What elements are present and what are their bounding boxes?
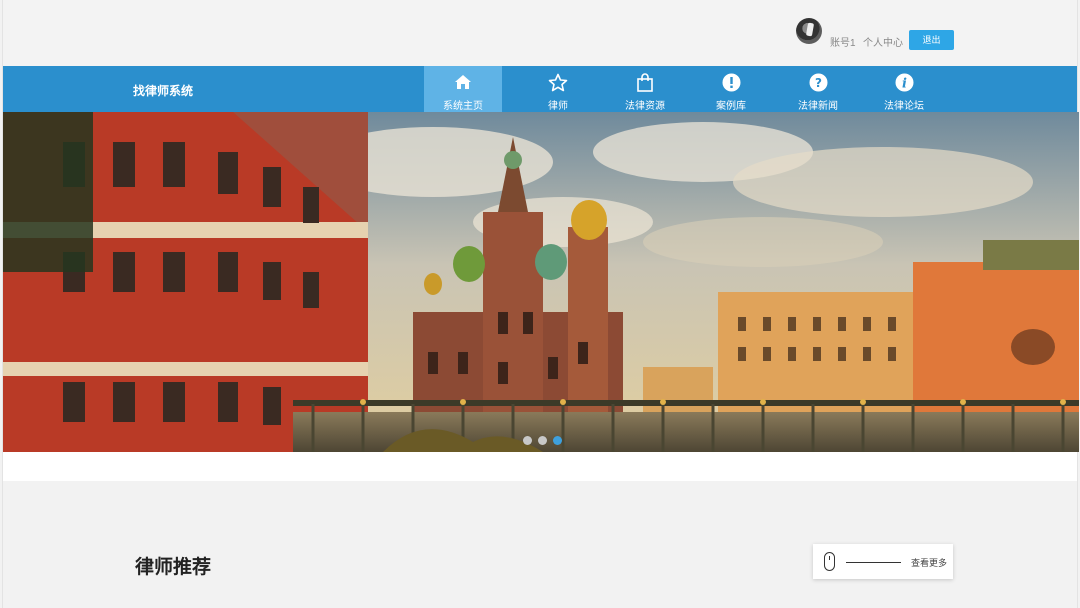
nav-label: 法律资源: [625, 101, 665, 112]
section-title: 律师推荐: [135, 557, 212, 578]
nav-label: 法律论坛: [884, 101, 924, 112]
carousel-indicators: [523, 436, 562, 445]
nav-label: 系统主页: [443, 101, 483, 112]
nav-item-legal-news[interactable]: ? 法律新闻: [779, 66, 857, 112]
nav-item-case-library[interactable]: 案例库: [692, 66, 770, 112]
home-icon: [424, 72, 502, 92]
nav-label: 法律新闻: [798, 101, 838, 112]
personal-center-link[interactable]: 个人中心: [863, 34, 903, 49]
nav-label: 律师: [548, 101, 568, 112]
exclamation-circle-icon: [692, 72, 770, 92]
view-more-label: 查看更多: [911, 558, 948, 568]
divider-line: [846, 562, 901, 563]
account-name[interactable]: 账号1: [830, 34, 856, 49]
site-brand[interactable]: 找律师系统: [133, 82, 193, 99]
carousel-dot-active[interactable]: [553, 436, 562, 445]
logout-button[interactable]: 退出: [909, 30, 954, 50]
nav-item-home[interactable]: 系统主页: [424, 66, 502, 112]
banner-footer-strip: [3, 452, 1077, 481]
banner-image: [3, 112, 1079, 452]
nav-item-legal-forum[interactable]: i 法律论坛: [865, 66, 943, 112]
nav-item-lawyer[interactable]: 律师: [519, 66, 597, 112]
carousel-dot[interactable]: [538, 436, 547, 445]
shopping-bag-icon: [606, 72, 684, 92]
view-more-button[interactable]: 查看更多: [813, 544, 953, 579]
nav-item-legal-resources[interactable]: 法律资源: [606, 66, 684, 112]
banner-carousel[interactable]: [3, 112, 1079, 452]
question-circle-icon: ?: [779, 72, 857, 92]
carousel-dot[interactable]: [523, 436, 532, 445]
nav-label: 案例库: [716, 101, 746, 112]
info-circle-icon: i: [865, 72, 943, 92]
page-frame: 账号1 个人中心 退出 找律师系统 系统主页 律师 法律资源 案例库 ? 法律新…: [2, 0, 1079, 608]
svg-text:i: i: [902, 76, 907, 91]
mouse-icon: [824, 552, 835, 571]
user-avatar[interactable]: [796, 18, 822, 44]
star-icon: [519, 72, 597, 92]
svg-text:?: ?: [815, 76, 822, 90]
